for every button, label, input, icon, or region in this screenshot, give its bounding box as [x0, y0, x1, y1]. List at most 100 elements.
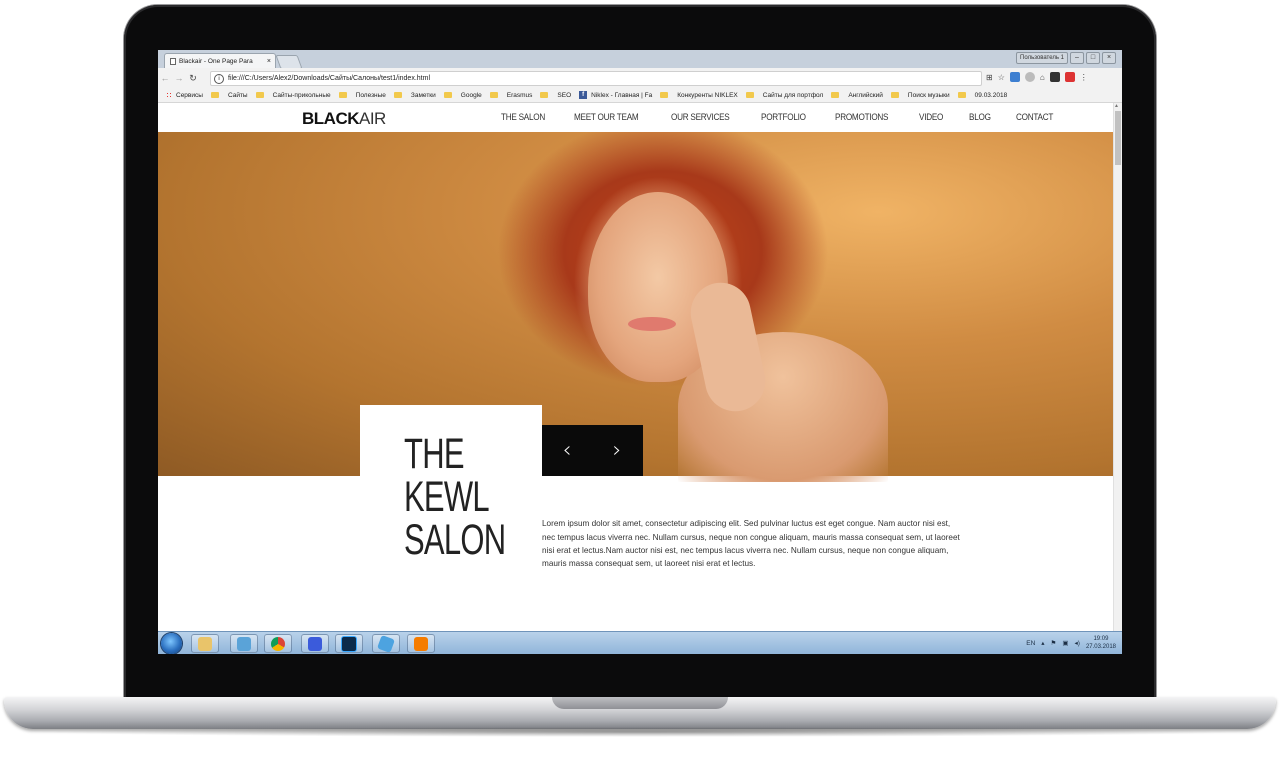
nav-item-the-salon[interactable]: THE SALON	[501, 112, 545, 123]
nav-item-video[interactable]: VIDEO	[919, 112, 943, 123]
taskbar-app-button[interactable]	[301, 634, 329, 653]
folder-icon	[338, 92, 347, 98]
bookmark-item[interactable]: Поиск музыки	[890, 92, 950, 99]
reload-icon[interactable]: ↻	[186, 73, 200, 84]
menu-icon[interactable]: ⋮	[1080, 73, 1088, 82]
bookmark-star-icon[interactable]: ☆	[998, 73, 1005, 82]
scroll-up-icon[interactable]: ▲	[1114, 103, 1119, 109]
tray-expand-icon[interactable]: ▴	[1041, 639, 1044, 647]
network-icon[interactable]: ▣	[1062, 639, 1068, 647]
webpage: BLACKAIR THE SALON MEET OUR TEAM OUR SER…	[158, 103, 1113, 631]
folder-icon	[443, 92, 452, 98]
hero-lips	[628, 317, 676, 331]
windows-taskbar: EN ▴ ⚑ ▣ ◂) 19:09 27.03.2018	[158, 631, 1122, 654]
browser-tab[interactable]: Blackair - One Page Para ×	[164, 53, 276, 69]
hero-title-line: THE	[404, 430, 464, 478]
system-tray: EN ▴ ⚑ ▣ ◂) 19:09 27.03.2018	[1026, 635, 1116, 651]
scrollbar-thumb[interactable]	[1115, 111, 1121, 165]
bookmark-item[interactable]: Сайты для портфол	[745, 92, 823, 99]
nav-item-meet-our-team[interactable]: MEET OUR TEAM	[574, 112, 639, 123]
folder-icon	[489, 92, 498, 98]
user-profile-button[interactable]: Пользователь 1	[1016, 52, 1068, 64]
browser-tabbar: Blackair - One Page Para × Пользователь …	[158, 50, 1122, 69]
folder-icon	[393, 92, 402, 98]
folder-icon	[890, 92, 899, 98]
clock-time: 19:09	[1093, 636, 1109, 642]
bookmark-item[interactable]: Сайты-прикольные	[255, 92, 331, 99]
folder-icon	[957, 92, 966, 98]
taskbar-chrome-button[interactable]	[264, 634, 292, 653]
bookmark-item[interactable]: SEO	[540, 92, 571, 99]
apps-icon	[166, 91, 173, 99]
lock-extension-icon[interactable]: ⌂	[1040, 73, 1045, 82]
extension-icon[interactable]	[1064, 72, 1075, 82]
hero-title-box: THE KEWL SALON	[360, 405, 542, 601]
bookmark-item[interactable]: Сервисы	[166, 91, 203, 99]
volume-icon[interactable]: ◂)	[1075, 639, 1080, 647]
slider-next-icon[interactable]: ›	[592, 438, 642, 463]
nav-item-promotions[interactable]: PROMOTIONS	[835, 112, 889, 123]
info-icon[interactable]: i	[214, 73, 224, 84]
address-text[interactable]: file:///C:/Users/Alex2/Downloads/Сайты/С…	[228, 75, 430, 82]
bookmark-item[interactable]: Google	[443, 92, 482, 99]
bookmark-item[interactable]: Заметки	[393, 92, 436, 99]
clock-date: 27.03.2018	[1085, 644, 1116, 650]
folder-icon	[255, 92, 264, 98]
forward-icon[interactable]: →	[172, 73, 186, 83]
taskbar-sublime-button[interactable]	[407, 634, 435, 653]
site-logo[interactable]: BLACKAIR	[302, 109, 386, 129]
photoshop-icon	[341, 635, 357, 652]
extension-icon[interactable]	[1049, 72, 1060, 82]
folder-icon	[660, 92, 669, 98]
floppy-disk-icon	[308, 636, 322, 651]
tab-close-icon[interactable]: ×	[267, 58, 271, 65]
bookmark-item[interactable]: f Niklex - Главная | Fa	[579, 91, 652, 99]
app-icon	[377, 634, 395, 653]
address-bar[interactable]: i file:///C:/Users/Alex2/Downloads/Сайты…	[210, 71, 982, 86]
extension-icon[interactable]	[1024, 72, 1035, 82]
language-indicator[interactable]: EN	[1026, 640, 1035, 647]
start-button[interactable]	[161, 633, 182, 654]
hero-title-line: SALON	[404, 516, 506, 564]
translate-icon[interactable]: ⊞	[986, 73, 993, 82]
bookmark-item[interactable]: Полезные	[338, 92, 386, 99]
taskbar-photoshop-button[interactable]	[335, 634, 363, 653]
nav-item-contact[interactable]: CONTACT	[1016, 112, 1053, 123]
network-app-icon	[237, 636, 251, 651]
minimize-icon[interactable]: –	[1070, 52, 1084, 64]
slider-prev-icon[interactable]: ‹	[542, 438, 592, 463]
folder-icon	[745, 92, 754, 98]
laptop-notch	[552, 697, 728, 709]
bookmark-item[interactable]: Конкуренты NIKLEX	[660, 92, 738, 99]
page-scrollbar[interactable]: ▲	[1113, 103, 1122, 631]
nav-item-our-services[interactable]: OUR SERVICES	[671, 112, 730, 123]
nav-item-blog[interactable]: BLOG	[969, 112, 991, 123]
taskbar-app-button[interactable]	[372, 634, 400, 653]
slider-controls: ‹ ›	[542, 425, 643, 476]
nav-item-portfolio[interactable]: PORTFOLIO	[761, 112, 806, 123]
taskbar-explorer-button[interactable]	[191, 634, 219, 653]
hero-title-line: KEWL	[404, 473, 490, 521]
maximize-icon[interactable]: □	[1086, 52, 1100, 64]
folder-icon	[831, 92, 840, 98]
sublime-text-icon	[414, 636, 428, 651]
window-controls: Пользователь 1 – □ ×	[1016, 52, 1116, 64]
bookmark-item[interactable]: Английский	[831, 92, 883, 99]
close-window-icon[interactable]: ×	[1102, 52, 1116, 64]
flag-icon[interactable]: ⚑	[1051, 639, 1057, 647]
bookmark-item[interactable]: Erasmus	[489, 92, 532, 99]
bookmark-item[interactable]: Сайты	[210, 92, 248, 99]
toolbar-extensions: ⊞ ☆ ⌂ ⋮	[986, 72, 1088, 82]
page-icon	[170, 58, 176, 65]
main-navigation: THE SALON MEET OUR TEAM OUR SERVICES POR…	[501, 112, 1081, 123]
facebook-icon: f	[579, 91, 588, 99]
new-tab-button[interactable]	[275, 55, 303, 69]
folder-icon	[198, 636, 212, 651]
clock[interactable]: 19:09 27.03.2018	[1086, 635, 1116, 651]
extension-icon[interactable]	[1009, 72, 1020, 82]
back-icon[interactable]: ←	[158, 73, 172, 83]
laptop-screen: Blackair - One Page Para × Пользователь …	[158, 50, 1122, 654]
bookmark-item[interactable]: 09.03.2018	[957, 92, 1007, 99]
taskbar-app-button[interactable]	[230, 634, 258, 653]
folder-icon	[540, 92, 549, 98]
